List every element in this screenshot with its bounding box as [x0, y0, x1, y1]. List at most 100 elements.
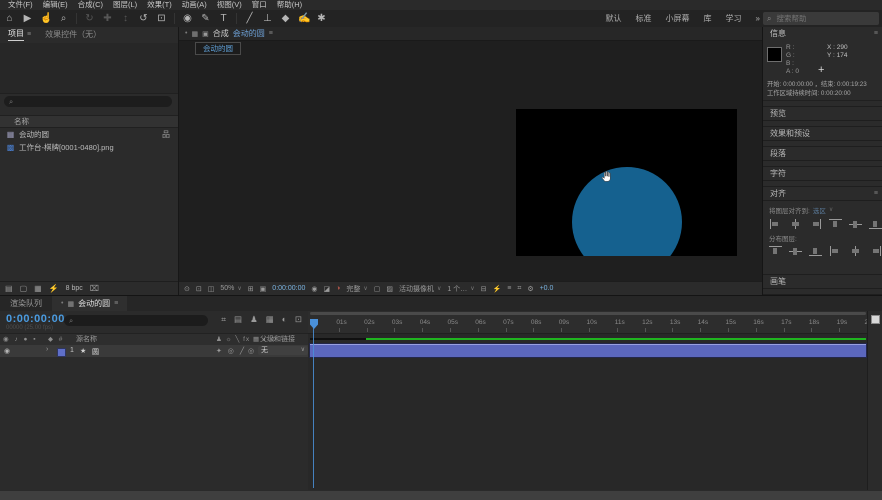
- flowchart-icon[interactable]: ⌗: [517, 285, 521, 293]
- hide-shy-layers-icon[interactable]: ♟: [250, 314, 258, 325]
- region-of-interest-icon[interactable]: ▢: [374, 285, 381, 293]
- new-composition-icon[interactable]: ▦: [34, 284, 42, 293]
- pixel-aspect-icon[interactable]: ⊟: [481, 285, 487, 293]
- viewer-timecode[interactable]: 0:00:00:00: [272, 285, 305, 292]
- align-left-icon[interactable]: [769, 219, 782, 229]
- project-settings-icon[interactable]: ⚡: [49, 284, 59, 293]
- pen-tool-icon[interactable]: ✎: [200, 13, 211, 24]
- timeline-search-input[interactable]: [76, 315, 180, 326]
- composition-canvas[interactable]: [179, 56, 762, 282]
- distribute-left-icon[interactable]: [829, 246, 842, 256]
- exposure-gear-icon[interactable]: ⚙: [527, 285, 533, 293]
- align-top-icon[interactable]: [829, 219, 842, 229]
- exposure-value[interactable]: +0.0: [540, 285, 554, 292]
- panel-menu-icon[interactable]: ≡: [114, 300, 118, 307]
- mini-flowchart-icon[interactable]: ⌗: [221, 314, 226, 325]
- brush-tool-icon[interactable]: ╱: [244, 13, 255, 24]
- parent-select[interactable]: 无 ∨: [258, 346, 308, 355]
- tab-effect-controls[interactable]: 效果控件（无）: [45, 29, 101, 40]
- workspace-learn[interactable]: 学习: [726, 13, 742, 24]
- align-panel-header[interactable]: 对齐 ≡: [763, 186, 882, 201]
- panel-menu-icon[interactable]: ≡: [874, 187, 878, 200]
- workspace-overflow-icon[interactable]: »: [756, 14, 760, 23]
- layer-duration-bar[interactable]: [310, 344, 866, 357]
- project-name-column-header[interactable]: 名称: [0, 115, 178, 128]
- puppet-pin-tool-icon[interactable]: ✱: [316, 13, 327, 24]
- panel-header-brushes[interactable]: 画笔: [763, 274, 882, 289]
- layer-switches[interactable]: ✦ ◎ ╱: [216, 347, 246, 355]
- camera-view-select[interactable]: 活动摄像机: [399, 284, 434, 294]
- motion-blur-icon[interactable]: ◐: [282, 314, 287, 325]
- align-right-icon[interactable]: [809, 219, 822, 229]
- grid-guides-icon[interactable]: ⊞: [248, 285, 254, 293]
- align-to-select[interactable]: 选区: [813, 205, 826, 215]
- panel-menu-icon[interactable]: ≡: [269, 30, 273, 37]
- tab-render-queue[interactable]: 渲染队列: [0, 298, 52, 309]
- tab-project[interactable]: 项目: [8, 28, 24, 41]
- time-ruler[interactable]: 01s 02s 03s 04s 05s 06s 07s 08s 09s 10s …: [308, 311, 868, 334]
- timeline-search-box[interactable]: ⌕: [64, 315, 208, 326]
- clone-stamp-tool-icon[interactable]: ⊥: [262, 13, 273, 24]
- distribute-vertical-center-icon[interactable]: [789, 246, 802, 256]
- comp-marker-button[interactable]: [871, 315, 880, 324]
- hand-tool-icon[interactable]: ☝: [40, 13, 51, 24]
- tab-timeline-comp[interactable]: • ▦ 会动的圆 ≡: [52, 296, 127, 311]
- composition-mini-tab[interactable]: 会动的圆: [195, 42, 241, 55]
- show-channel-icon[interactable]: ◑: [336, 285, 340, 292]
- transparency-grid-icon[interactable]: ▨: [386, 285, 393, 293]
- fast-previews-icon[interactable]: ⚡: [493, 285, 502, 293]
- rotate-tool-icon[interactable]: ↺: [138, 13, 149, 24]
- source-name-header[interactable]: 源名称: [76, 334, 97, 345]
- current-timecode[interactable]: 0:00:00:00: [6, 313, 65, 325]
- menu-effect[interactable]: 效果(T): [142, 0, 177, 10]
- project-item-composition[interactable]: ▦ 会动的圆 品: [0, 128, 178, 140]
- lock-icon[interactable]: ▣: [202, 30, 209, 38]
- align-horizontal-center-icon[interactable]: [789, 219, 802, 229]
- distribute-horizontal-center-icon[interactable]: [849, 246, 862, 256]
- workspace-default[interactable]: 默认: [606, 13, 622, 24]
- menu-view[interactable]: 视图(V): [212, 0, 247, 10]
- workspace-small-screen[interactable]: 小屏幕: [666, 13, 690, 24]
- parent-link-header[interactable]: 父级和链接: [260, 334, 295, 345]
- help-search-box[interactable]: ⌕: [763, 12, 879, 25]
- roto-brush-tool-icon[interactable]: ✍: [298, 13, 309, 24]
- shape-tool-icon[interactable]: ◉: [182, 13, 193, 24]
- type-tool-icon[interactable]: T: [218, 13, 229, 24]
- project-item-footage[interactable]: ▩ 工作台-棋牌[0001-0480].png: [0, 141, 178, 153]
- home-icon[interactable]: ⌂: [4, 13, 15, 24]
- menu-edit[interactable]: 编辑(E): [38, 0, 73, 10]
- layer-row[interactable]: ◉ › 1 ★ 圆 ✦ ◎ ╱ ◎ 无 ∨: [0, 345, 308, 357]
- eraser-tool-icon[interactable]: ◆: [280, 13, 291, 24]
- project-search-input[interactable]: [16, 96, 140, 107]
- panel-menu-icon[interactable]: ≡: [874, 27, 878, 40]
- magnification-select[interactable]: 50%: [220, 285, 234, 292]
- panel-menu-icon[interactable]: ≡: [27, 31, 31, 38]
- blue-circle-shape[interactable]: [572, 167, 682, 256]
- graph-editor-icon[interactable]: ⊡: [295, 314, 302, 325]
- frame-blending-icon[interactable]: ▦: [266, 314, 274, 325]
- menu-composition[interactable]: 合成(C): [73, 0, 108, 10]
- split-view-icon[interactable]: ◫: [208, 285, 215, 293]
- mask-visibility-icon[interactable]: ▣: [260, 285, 267, 293]
- new-folder-icon[interactable]: ▢: [20, 284, 28, 293]
- draft-3d-icon[interactable]: ▤: [234, 314, 242, 325]
- align-bottom-icon[interactable]: [869, 219, 882, 229]
- menu-animation[interactable]: 动画(A): [177, 0, 212, 10]
- composition-panel-tab[interactable]: • ▦ ▣ 合成 会动的圆 ≡: [179, 27, 762, 41]
- timeline-button-icon[interactable]: ≡: [507, 285, 511, 292]
- expand-arrow-icon[interactable]: ›: [46, 346, 48, 353]
- layer-name[interactable]: 圆: [92, 347, 99, 357]
- menu-help[interactable]: 帮助(H): [272, 0, 307, 10]
- menu-file[interactable]: 文件(F): [3, 0, 38, 10]
- view-layout-select[interactable]: 1 个…: [447, 284, 467, 294]
- dolly-camera-tool-icon[interactable]: ↕: [120, 13, 131, 24]
- panel-header-paragraph[interactable]: 段落: [763, 146, 882, 161]
- timeline-track-area[interactable]: 01s 02s 03s 04s 05s 06s 07s 08s 09s 10s …: [308, 311, 868, 491]
- pan-camera-tool-icon[interactable]: ✚: [102, 13, 113, 24]
- orbit-camera-tool-icon[interactable]: ↻: [84, 13, 95, 24]
- info-panel-header[interactable]: 信息 ≡: [763, 27, 882, 40]
- workspace-libraries[interactable]: 库: [704, 13, 712, 24]
- menu-window[interactable]: 窗口: [247, 0, 272, 10]
- distribute-bottom-icon[interactable]: [809, 246, 822, 256]
- distribute-right-icon[interactable]: [869, 246, 882, 256]
